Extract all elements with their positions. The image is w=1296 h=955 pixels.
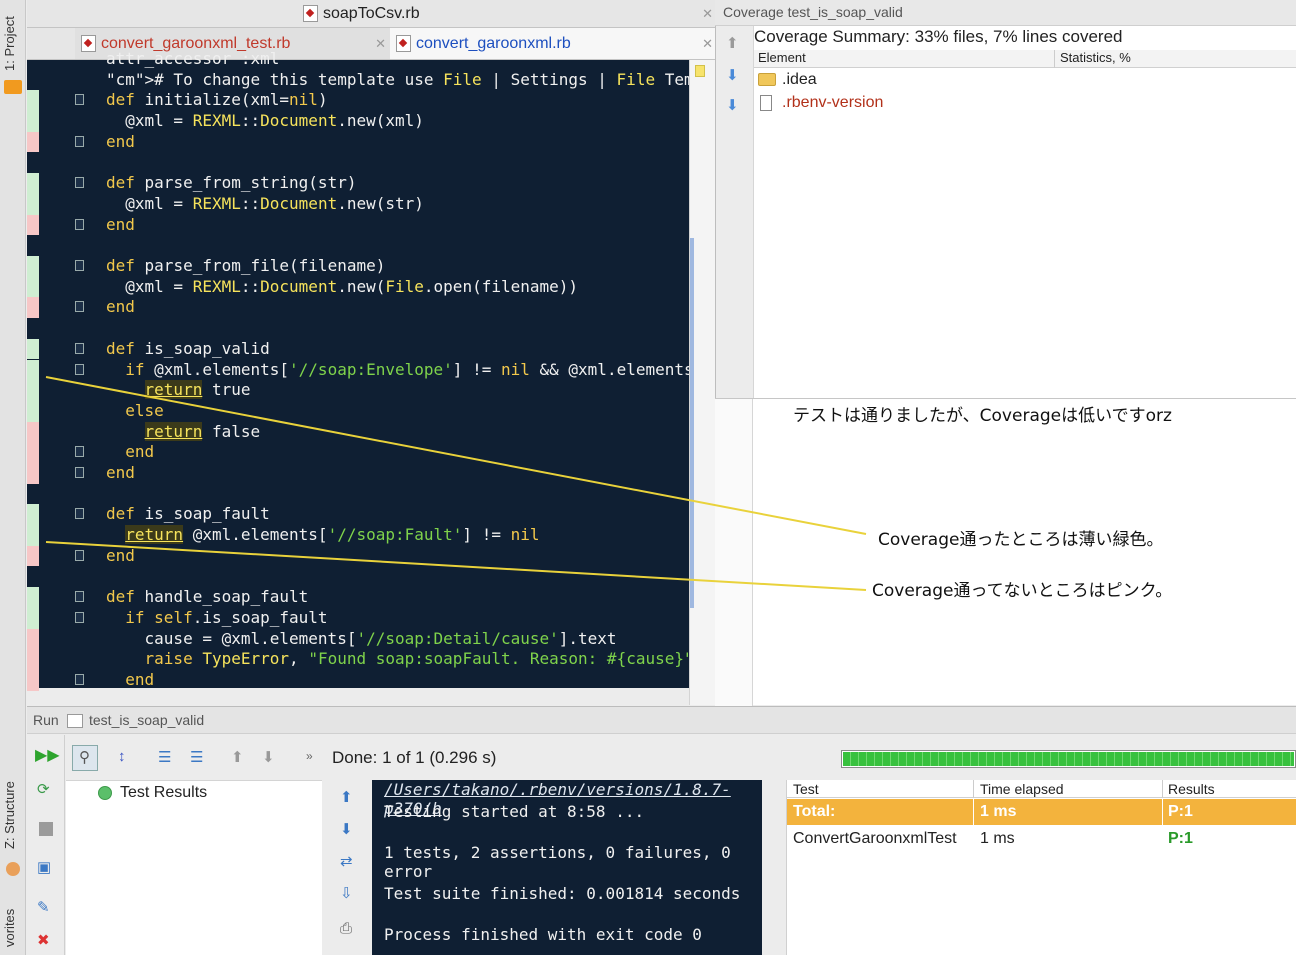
test-progress-bar — [841, 750, 1296, 768]
progress-fill — [843, 752, 1294, 766]
rerun-failed-icon[interactable]: ⟳ — [37, 780, 50, 798]
more-icon[interactable]: » — [306, 749, 313, 763]
annotation-line-covered — [45, 376, 867, 535]
test-statistics-table: Test Time elapsed Results Total: 1 ms P:… — [786, 780, 1296, 955]
scroll-up-icon[interactable]: ⬆ — [340, 788, 353, 806]
prev-failed-icon[interactable]: ⬆ — [231, 748, 244, 766]
run-config-name: test_is_soap_valid — [89, 712, 205, 728]
stop-icon[interactable] — [39, 822, 53, 836]
expand-all-icon[interactable]: ☰ — [158, 748, 171, 766]
col-divider — [1162, 799, 1163, 825]
collapse-all-icon[interactable]: ☰ — [190, 748, 203, 766]
console-output[interactable]: /Users/takano/.rbenv/versions/1.8.7-p370… — [372, 780, 762, 955]
test-results-tree: Test Results — [66, 780, 322, 955]
col-divider — [973, 780, 974, 798]
col-divider — [1162, 780, 1163, 798]
scroll-down-icon[interactable]: ⬇ — [340, 820, 353, 838]
console-line: Test suite finished: 0.001814 seconds — [384, 884, 741, 903]
row-test: ConvertGaroonxmlTest — [793, 830, 957, 847]
print-icon[interactable]: ⎙ — [340, 920, 352, 937]
row-test: Total: — [793, 803, 836, 820]
pin-icon[interactable]: ✎ — [37, 898, 50, 916]
layout-icon[interactable]: ▣ — [37, 858, 51, 876]
sort-alpha-icon[interactable]: ↕ — [118, 748, 126, 765]
console-line: Process finished with exit code 0 — [384, 925, 702, 944]
console-toolbar: ⬆ ⬇ ⇄ ⇩ ⎙ — [322, 780, 372, 955]
annotation-line-uncovered — [45, 541, 867, 591]
scroll-to-end-icon[interactable]: ⇩ — [340, 884, 353, 902]
row-time: 1 ms — [980, 803, 1017, 820]
run-label: Run — [33, 712, 59, 728]
run-status: Done: 1 of 1 (0.296 s) — [332, 748, 497, 767]
col-divider — [973, 799, 974, 825]
test-passed-icon — [98, 786, 112, 800]
test-toolbar: ⚲ ↕ ☰ ☰ ⬆ ⬇ » — [66, 735, 322, 780]
rerun-icon[interactable]: ▶▶ — [35, 745, 60, 765]
col-time[interactable]: Time elapsed — [980, 781, 1064, 797]
row-result: P:1 — [1168, 830, 1193, 847]
run-side-toolbar: ▶▶ ⟳ ▣ ✎ ✖ — [27, 735, 65, 955]
results-row[interactable]: ConvertGaroonxmlTest 1 ms P:1 — [787, 827, 1296, 851]
results-total-row[interactable]: Total: 1 ms P:1 — [787, 799, 1296, 825]
filter-icon: ⚲ — [79, 749, 90, 766]
soft-wrap-icon[interactable]: ⇄ — [340, 852, 353, 870]
results-header: Test Time elapsed Results — [787, 780, 1296, 798]
test-results-root[interactable]: Test Results — [120, 784, 207, 802]
next-failed-icon[interactable]: ⬇ — [262, 748, 275, 766]
close-icon[interactable]: ✖ — [37, 931, 50, 949]
col-results[interactable]: Results — [1168, 781, 1215, 797]
console-line: Testing started at 8:58 ... — [384, 802, 645, 821]
col-test[interactable]: Test — [793, 781, 819, 797]
row-time: 1 ms — [980, 830, 1015, 847]
run-tool-window-header: Run test_is_soap_valid — [27, 706, 1296, 734]
console-line: 1 tests, 2 assertions, 0 failures, 0 err… — [384, 843, 731, 881]
row-result: P:1 — [1168, 803, 1193, 820]
test-config-icon — [67, 714, 83, 728]
